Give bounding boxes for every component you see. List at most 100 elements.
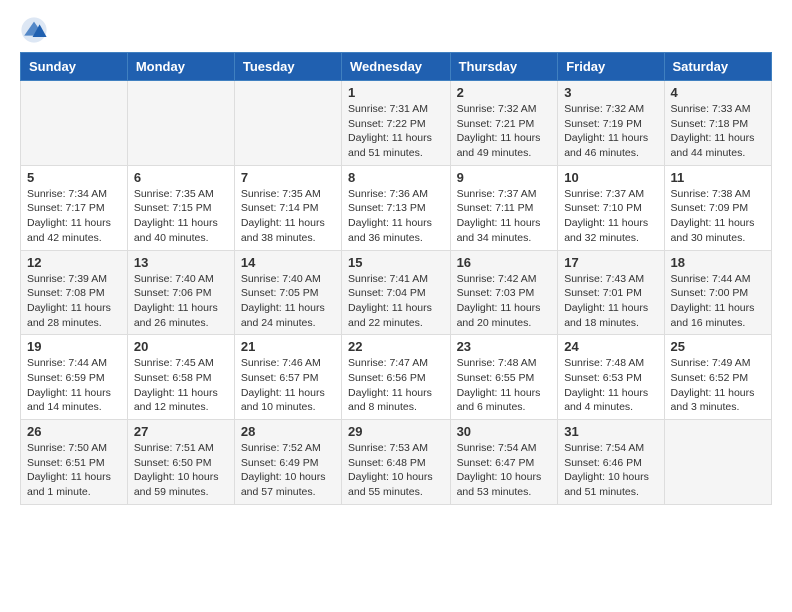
day-info: Sunrise: 7:51 AM Sunset: 6:50 PM Dayligh… bbox=[134, 441, 228, 500]
calendar-cell bbox=[664, 420, 771, 505]
day-info: Sunrise: 7:35 AM Sunset: 7:15 PM Dayligh… bbox=[134, 187, 228, 246]
calendar-cell: 16 Sunrise: 7:42 AM Sunset: 7:03 PM Dayli… bbox=[450, 250, 558, 335]
day-info: Sunrise: 7:36 AM Sunset: 7:13 PM Dayligh… bbox=[348, 187, 444, 246]
day-info: Sunrise: 7:38 AM Sunset: 7:09 PM Dayligh… bbox=[671, 187, 765, 246]
header bbox=[20, 16, 772, 44]
calendar-cell: 28Sunrise: 7:52 AM Sunset: 6:49 PM Dayli… bbox=[234, 420, 341, 505]
calendar-week-row: 5 Sunrise: 7:34 AM Sunset: 7:17 PM Daylig… bbox=[21, 165, 772, 250]
calendar-cell: 21Sunrise: 7:46 AM Sunset: 6:57 PM Dayli… bbox=[234, 335, 341, 420]
logo bbox=[20, 16, 52, 44]
day-number: 6 bbox=[134, 170, 228, 185]
calendar-cell: 8 Sunrise: 7:36 AM Sunset: 7:13 PM Daylig… bbox=[342, 165, 451, 250]
day-number: 18 bbox=[671, 255, 765, 270]
day-number: 19 bbox=[27, 339, 121, 354]
day-number: 29 bbox=[348, 424, 444, 439]
calendar-cell: 26Sunrise: 7:50 AM Sunset: 6:51 PM Dayli… bbox=[21, 420, 128, 505]
day-number: 24 bbox=[564, 339, 657, 354]
calendar-cell: 3Sunrise: 7:32 AM Sunset: 7:19 PM Daylig… bbox=[558, 81, 664, 166]
day-number: 1 bbox=[348, 85, 444, 100]
day-number: 7 bbox=[241, 170, 335, 185]
day-number: 21 bbox=[241, 339, 335, 354]
day-number: 11 bbox=[671, 170, 765, 185]
day-number: 5 bbox=[27, 170, 121, 185]
page-container: SundayMondayTuesdayWednesdayThursdayFrid… bbox=[0, 0, 792, 521]
day-info: Sunrise: 7:33 AM Sunset: 7:18 PM Dayligh… bbox=[671, 102, 765, 161]
day-info: Sunrise: 7:54 AM Sunset: 6:47 PM Dayligh… bbox=[457, 441, 552, 500]
day-number: 13 bbox=[134, 255, 228, 270]
day-number: 10 bbox=[564, 170, 657, 185]
day-info: Sunrise: 7:40 AM Sunset: 7:06 PM Dayligh… bbox=[134, 272, 228, 331]
day-info: Sunrise: 7:32 AM Sunset: 7:21 PM Dayligh… bbox=[457, 102, 552, 161]
calendar-cell bbox=[127, 81, 234, 166]
day-info: Sunrise: 7:49 AM Sunset: 6:52 PM Dayligh… bbox=[671, 356, 765, 415]
calendar-cell: 18 Sunrise: 7:44 AM Sunset: 7:00 PM Dayli… bbox=[664, 250, 771, 335]
calendar-table: SundayMondayTuesdayWednesdayThursdayFrid… bbox=[20, 52, 772, 505]
day-info: Sunrise: 7:43 AM Sunset: 7:01 PM Dayligh… bbox=[564, 272, 657, 331]
calendar-week-row: 19 Sunrise: 7:44 AM Sunset: 6:59 PM Dayli… bbox=[21, 335, 772, 420]
calendar-cell: 11 Sunrise: 7:38 AM Sunset: 7:09 PM Dayli… bbox=[664, 165, 771, 250]
day-number: 4 bbox=[671, 85, 765, 100]
day-number: 12 bbox=[27, 255, 121, 270]
header-day-thursday: Thursday bbox=[450, 53, 558, 81]
day-number: 14 bbox=[241, 255, 335, 270]
calendar-cell: 30 Sunrise: 7:54 AM Sunset: 6:47 PM Dayli… bbox=[450, 420, 558, 505]
day-number: 8 bbox=[348, 170, 444, 185]
header-day-sunday: Sunday bbox=[21, 53, 128, 81]
day-info: Sunrise: 7:48 AM Sunset: 6:55 PM Dayligh… bbox=[457, 356, 552, 415]
day-info: Sunrise: 7:40 AM Sunset: 7:05 PM Dayligh… bbox=[241, 272, 335, 331]
header-day-monday: Monday bbox=[127, 53, 234, 81]
calendar-week-row: 12 Sunrise: 7:39 AM Sunset: 7:08 PM Dayli… bbox=[21, 250, 772, 335]
day-number: 26 bbox=[27, 424, 121, 439]
day-info: Sunrise: 7:39 AM Sunset: 7:08 PM Dayligh… bbox=[27, 272, 121, 331]
calendar-cell: 25 Sunrise: 7:49 AM Sunset: 6:52 PM Dayli… bbox=[664, 335, 771, 420]
day-number: 25 bbox=[671, 339, 765, 354]
day-info: Sunrise: 7:31 AM Sunset: 7:22 PM Dayligh… bbox=[348, 102, 444, 161]
day-info: Sunrise: 7:42 AM Sunset: 7:03 PM Dayligh… bbox=[457, 272, 552, 331]
header-day-wednesday: Wednesday bbox=[342, 53, 451, 81]
calendar-cell: 2 Sunrise: 7:32 AM Sunset: 7:21 PM Daylig… bbox=[450, 81, 558, 166]
day-info: Sunrise: 7:41 AM Sunset: 7:04 PM Dayligh… bbox=[348, 272, 444, 331]
calendar-cell: 12 Sunrise: 7:39 AM Sunset: 7:08 PM Dayli… bbox=[21, 250, 128, 335]
calendar-header-row: SundayMondayTuesdayWednesdayThursdayFrid… bbox=[21, 53, 772, 81]
day-info: Sunrise: 7:52 AM Sunset: 6:49 PM Dayligh… bbox=[241, 441, 335, 500]
day-number: 23 bbox=[457, 339, 552, 354]
calendar-cell: 15 Sunrise: 7:41 AM Sunset: 7:04 PM Dayli… bbox=[342, 250, 451, 335]
calendar-cell: 17 Sunrise: 7:43 AM Sunset: 7:01 PM Dayli… bbox=[558, 250, 664, 335]
day-number: 30 bbox=[457, 424, 552, 439]
day-info: Sunrise: 7:48 AM Sunset: 6:53 PM Dayligh… bbox=[564, 356, 657, 415]
day-number: 27 bbox=[134, 424, 228, 439]
calendar-cell: 13 Sunrise: 7:40 AM Sunset: 7:06 PM Dayli… bbox=[127, 250, 234, 335]
day-info: Sunrise: 7:44 AM Sunset: 7:00 PM Dayligh… bbox=[671, 272, 765, 331]
day-info: Sunrise: 7:34 AM Sunset: 7:17 PM Dayligh… bbox=[27, 187, 121, 246]
calendar-cell: 20 Sunrise: 7:45 AM Sunset: 6:58 PM Dayli… bbox=[127, 335, 234, 420]
logo-icon bbox=[20, 16, 48, 44]
header-day-friday: Friday bbox=[558, 53, 664, 81]
calendar-cell: 31Sunrise: 7:54 AM Sunset: 6:46 PM Dayli… bbox=[558, 420, 664, 505]
day-number: 9 bbox=[457, 170, 552, 185]
calendar-cell: 19 Sunrise: 7:44 AM Sunset: 6:59 PM Dayli… bbox=[21, 335, 128, 420]
day-info: Sunrise: 7:32 AM Sunset: 7:19 PM Dayligh… bbox=[564, 102, 657, 161]
calendar-cell: 29Sunrise: 7:53 AM Sunset: 6:48 PM Dayli… bbox=[342, 420, 451, 505]
calendar-cell bbox=[21, 81, 128, 166]
header-day-tuesday: Tuesday bbox=[234, 53, 341, 81]
calendar-cell: 14 Sunrise: 7:40 AM Sunset: 7:05 PM Dayli… bbox=[234, 250, 341, 335]
day-info: Sunrise: 7:37 AM Sunset: 7:10 PM Dayligh… bbox=[564, 187, 657, 246]
calendar-week-row: 1 Sunrise: 7:31 AM Sunset: 7:22 PM Daylig… bbox=[21, 81, 772, 166]
day-info: Sunrise: 7:45 AM Sunset: 6:58 PM Dayligh… bbox=[134, 356, 228, 415]
day-number: 15 bbox=[348, 255, 444, 270]
day-number: 22 bbox=[348, 339, 444, 354]
day-number: 17 bbox=[564, 255, 657, 270]
calendar-cell: 5 Sunrise: 7:34 AM Sunset: 7:17 PM Daylig… bbox=[21, 165, 128, 250]
calendar-cell: 7 Sunrise: 7:35 AM Sunset: 7:14 PM Daylig… bbox=[234, 165, 341, 250]
calendar-cell: 1 Sunrise: 7:31 AM Sunset: 7:22 PM Daylig… bbox=[342, 81, 451, 166]
calendar-cell: 24 Sunrise: 7:48 AM Sunset: 6:53 PM Dayli… bbox=[558, 335, 664, 420]
calendar-cell: 22Sunrise: 7:47 AM Sunset: 6:56 PM Dayli… bbox=[342, 335, 451, 420]
day-info: Sunrise: 7:35 AM Sunset: 7:14 PM Dayligh… bbox=[241, 187, 335, 246]
calendar-cell: 6 Sunrise: 7:35 AM Sunset: 7:15 PM Daylig… bbox=[127, 165, 234, 250]
calendar-cell: 9Sunrise: 7:37 AM Sunset: 7:11 PM Daylig… bbox=[450, 165, 558, 250]
day-number: 2 bbox=[457, 85, 552, 100]
calendar-cell: 23 Sunrise: 7:48 AM Sunset: 6:55 PM Dayli… bbox=[450, 335, 558, 420]
day-info: Sunrise: 7:44 AM Sunset: 6:59 PM Dayligh… bbox=[27, 356, 121, 415]
day-number: 16 bbox=[457, 255, 552, 270]
day-number: 20 bbox=[134, 339, 228, 354]
